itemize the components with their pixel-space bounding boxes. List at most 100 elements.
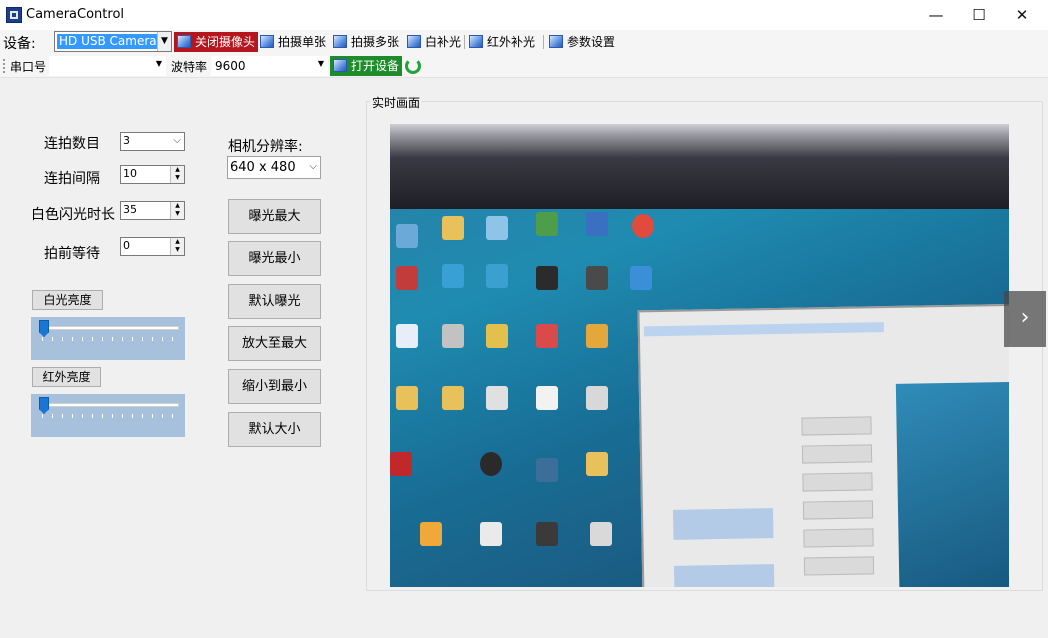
pre-wait-stepper[interactable]: 0 ▲ ▼ xyxy=(120,237,185,256)
desktop-icon xyxy=(536,212,558,236)
desktop-icon xyxy=(586,386,608,410)
desktop-icon xyxy=(536,386,558,410)
settings-button[interactable]: 参数设置 xyxy=(549,32,615,52)
device-select-value: HD USB Camera xyxy=(57,34,159,49)
resolution-label: 相机分辨率: xyxy=(228,139,303,155)
burst-interval-value: 10 xyxy=(123,167,137,180)
desktop-icon xyxy=(396,324,418,348)
toolbar-grip[interactable] xyxy=(3,59,5,73)
desktop-icon xyxy=(486,386,508,410)
desktop-icon xyxy=(590,522,612,546)
port-label: 串口号 xyxy=(10,60,47,74)
desktop-icon xyxy=(396,386,418,410)
serial-toolbar: 串口号 ▼ 波特率 9600 ▼ 打开设备 xyxy=(0,54,1048,78)
port-select[interactable]: ▼ xyxy=(49,56,166,76)
exposure-max-button[interactable]: 曝光最大 xyxy=(228,199,321,234)
zoom-max-button[interactable]: 放大至最大 xyxy=(228,326,321,361)
captured-button xyxy=(802,500,874,520)
refresh-icon[interactable] xyxy=(405,58,421,74)
desktop-icon xyxy=(442,216,464,240)
chevron-down-icon[interactable]: ▼ xyxy=(157,32,171,51)
burst-interval-stepper[interactable]: 10 ▲ ▼ xyxy=(120,165,185,184)
screen-bezel xyxy=(390,124,1009,209)
image-icon xyxy=(333,59,347,72)
image-icon xyxy=(407,35,421,48)
chevron-down-icon[interactable]: ⌵ xyxy=(309,161,317,172)
baud-select-value: 9600 xyxy=(215,59,246,73)
open-device-button[interactable]: 打开设备 xyxy=(330,56,403,76)
image-icon xyxy=(549,35,563,48)
capture-multi-label: 拍摄多张 xyxy=(351,35,400,49)
exposure-min-button[interactable]: 曝光最小 xyxy=(228,241,321,276)
desktop-icon xyxy=(536,522,558,546)
slider-thumb[interactable] xyxy=(39,320,49,337)
desktop-icon xyxy=(480,522,502,546)
ir-brightness-slider[interactable] xyxy=(31,394,185,437)
desktop-icon xyxy=(536,266,558,290)
minimize-button[interactable]: — xyxy=(913,0,959,30)
chevron-down-icon[interactable]: ▼ xyxy=(318,59,324,68)
white-light-label: 白补光 xyxy=(425,35,462,49)
next-arrow-button[interactable]: › xyxy=(1004,291,1046,347)
size-default-button[interactable]: 默认大小 xyxy=(228,412,321,447)
slider-track xyxy=(39,326,179,330)
desktop-icon xyxy=(442,324,464,348)
close-camera-button[interactable]: 关闭摄像头 xyxy=(174,32,259,52)
desktop-icon xyxy=(586,266,608,290)
resolution-select[interactable]: 640 x 480 ⌵ xyxy=(227,156,321,179)
desktop-icon xyxy=(486,324,508,348)
image-icon xyxy=(177,35,191,48)
desktop-icon xyxy=(396,224,418,248)
chevron-down-icon[interactable]: ⌵ xyxy=(173,135,181,146)
white-flash-value: 35 xyxy=(123,203,137,216)
ir-light-button[interactable]: 红外补光 xyxy=(469,32,535,52)
capture-multi-button[interactable]: 拍摄多张 xyxy=(333,32,399,52)
desktop-icon xyxy=(420,522,442,546)
chevron-down-icon[interactable]: ▼ xyxy=(156,59,162,68)
white-brightness-slider[interactable] xyxy=(31,317,185,360)
device-select[interactable]: HD USB Camera ▼ xyxy=(54,31,172,52)
captured-button xyxy=(803,528,874,548)
captured-slider xyxy=(672,508,774,540)
pre-wait-value: 0 xyxy=(123,239,130,252)
main-toolbar: 设备: HD USB Camera ▼ 关闭摄像头 拍摄单张 拍摄多张 白补光 … xyxy=(0,30,1048,54)
zoom-min-button[interactable]: 缩小到最小 xyxy=(228,369,321,404)
image-icon xyxy=(333,35,347,48)
toolbar-separator xyxy=(464,35,465,49)
preview-title: 实时画面 xyxy=(370,94,423,111)
spinner-arrows-icon[interactable]: ▲ ▼ xyxy=(170,166,184,183)
burst-interval-label: 连拍间隔 xyxy=(44,171,100,187)
resolution-value: 640 x 480 xyxy=(230,160,296,175)
captured-preview xyxy=(895,381,1009,587)
desktop-icon xyxy=(586,212,608,236)
white-light-button[interactable]: 白补光 xyxy=(407,32,461,52)
white-flash-stepper[interactable]: 35 ▲ ▼ xyxy=(120,201,185,220)
exposure-default-button[interactable]: 默认曝光 xyxy=(228,284,321,319)
baud-select[interactable]: 9600 ▼ xyxy=(211,56,328,76)
spinner-arrows-icon[interactable]: ▲ ▼ xyxy=(170,202,184,219)
captured-toolbar xyxy=(643,322,884,337)
close-camera-label: 关闭摄像头 xyxy=(195,35,256,49)
desktop-icon xyxy=(536,458,558,482)
desktop-icon xyxy=(630,266,652,290)
close-button[interactable]: ✕ xyxy=(999,0,1045,30)
capture-single-button[interactable]: 拍摄单张 xyxy=(260,32,326,52)
image-icon xyxy=(260,35,274,48)
ir-light-label: 红外补光 xyxy=(487,35,536,49)
slider-track xyxy=(39,403,179,407)
captured-button xyxy=(801,416,872,436)
toolbar-separator xyxy=(543,35,544,49)
open-device-label: 打开设备 xyxy=(351,59,400,73)
image-icon xyxy=(469,35,483,48)
slider-thumb[interactable] xyxy=(39,397,49,414)
desktop-icon xyxy=(486,264,508,288)
captured-button xyxy=(801,444,873,464)
capture-single-label: 拍摄单张 xyxy=(278,35,327,49)
desktop-icon xyxy=(632,214,654,238)
maximize-button[interactable]: ☐ xyxy=(956,0,1002,30)
pre-wait-label: 拍前等待 xyxy=(44,246,100,262)
app-icon xyxy=(6,7,22,23)
spinner-arrows-icon[interactable]: ▲ ▼ xyxy=(170,238,184,255)
desktop-icon xyxy=(586,324,608,348)
burst-count-select[interactable]: 3 ⌵ xyxy=(120,132,185,151)
